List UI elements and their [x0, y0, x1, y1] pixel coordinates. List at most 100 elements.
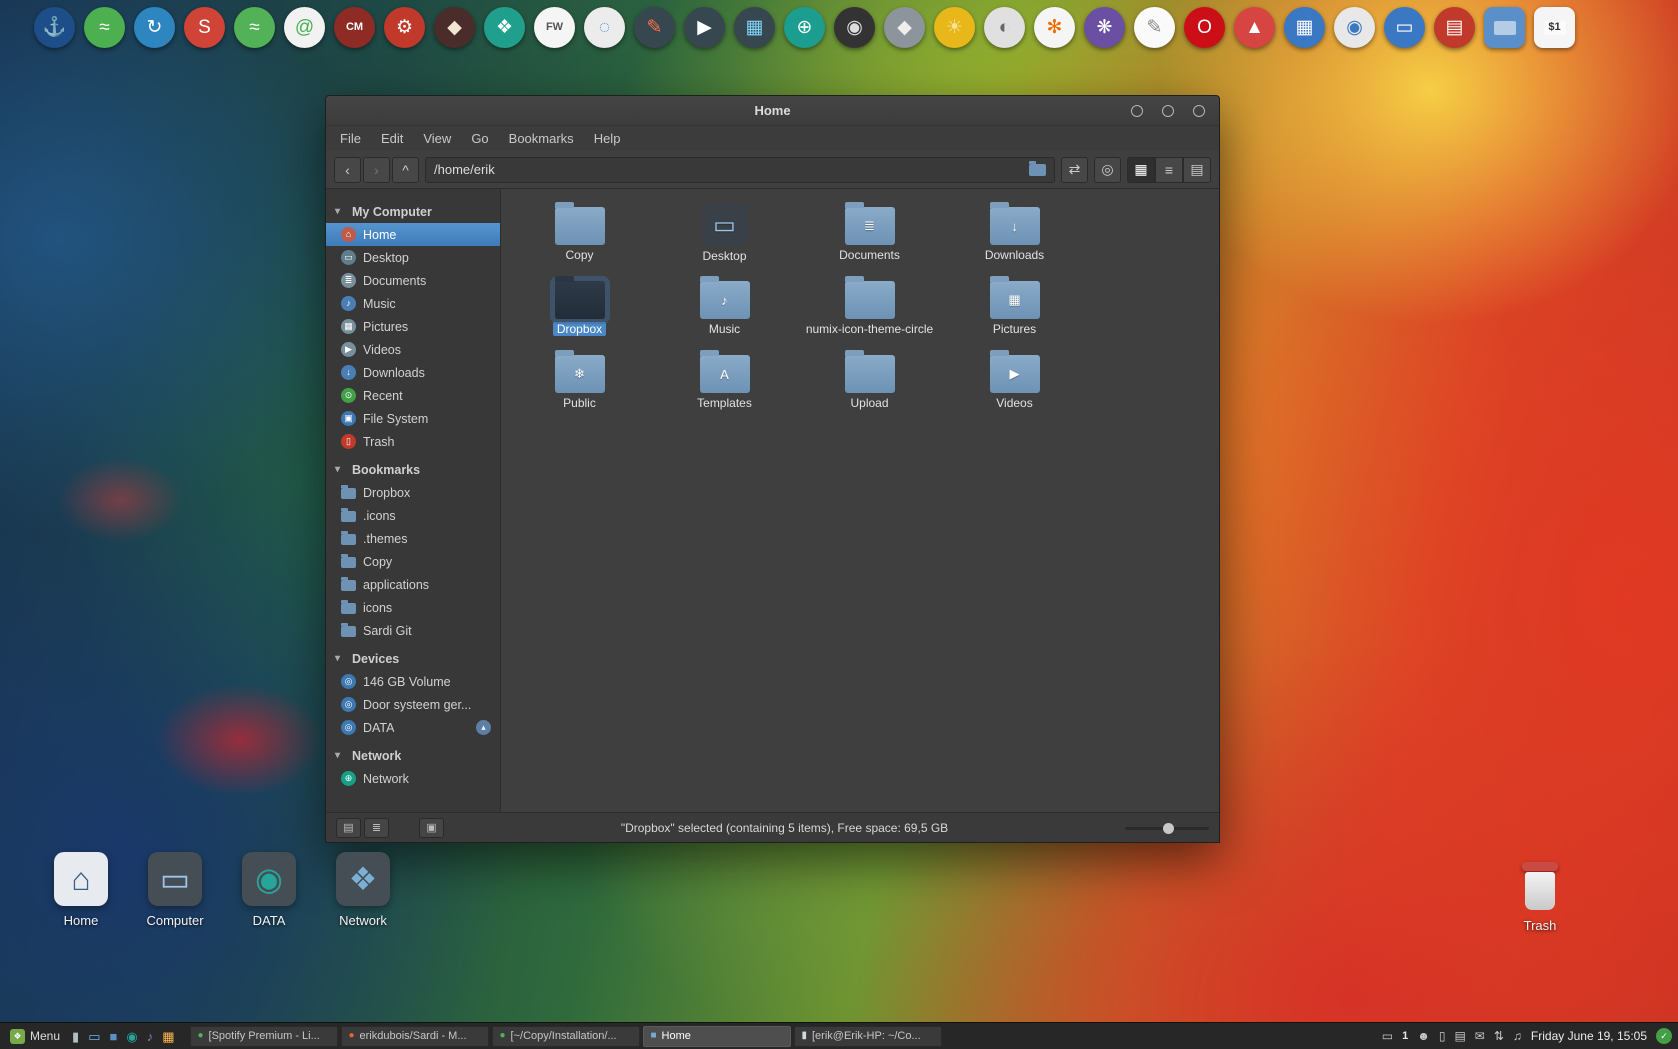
taskbar-window-home[interactable]: ■ Home	[643, 1025, 792, 1047]
sidebar-item-music[interactable]: ▾ ♪ Music ▴	[326, 292, 500, 315]
file-downloads[interactable]: ↓ Downloads	[942, 201, 1087, 275]
sidebar-item-recent[interactable]: ▾ ⊙ Recent ▴	[326, 384, 500, 407]
menu-edit[interactable]: Edit	[381, 131, 403, 146]
sidebar-section-devices[interactable]: ▾ Devices ▴	[326, 647, 500, 670]
treeview-toggle-button[interactable]: ≣	[364, 817, 389, 838]
file-music[interactable]: ♪ Music	[652, 275, 797, 349]
framework-icon[interactable]: FW	[534, 7, 575, 48]
sidebar-item-downloads[interactable]: ▾ ↓ Downloads ▴	[326, 361, 500, 384]
sidebar-item-documents[interactable]: ▾ ≣ Documents ▴	[326, 269, 500, 292]
list-view-button[interactable]: ≡	[1155, 156, 1183, 183]
disc-burner-icon[interactable]: ◉	[834, 7, 875, 48]
sidebar-item-dot-icons[interactable]: ▾ .icons ▴	[326, 504, 500, 527]
launcher-display-icon[interactable]: ▭	[88, 1030, 100, 1043]
spotify-icon[interactable]: ≈	[234, 7, 275, 48]
titlebar[interactable]: Home	[326, 96, 1219, 126]
file-desktop[interactable]: ▭ Desktop	[652, 201, 797, 275]
tray-tablet-icon[interactable]: ▯	[1439, 1030, 1446, 1042]
triangle-app-icon[interactable]: ▲	[1234, 7, 1275, 48]
web-browser-icon[interactable]: ⊕	[784, 7, 825, 48]
back-button[interactable]: ‹	[334, 156, 361, 183]
sidebar-item-desktop[interactable]: ▾ ▭ Desktop ▴	[326, 246, 500, 269]
sidebar-section-network[interactable]: ▾ Network ▴	[326, 744, 500, 767]
sidebar-item-door-systeem[interactable]: ▾ ◎ Door systeem ger... ▴	[326, 693, 500, 716]
sidebar-item-sardi-git[interactable]: ▾ Sardi Git ▴	[326, 619, 500, 642]
file-dropbox[interactable]: Dropbox	[507, 275, 652, 349]
shield-app-icon[interactable]: ◆	[884, 7, 925, 48]
sidebar-section-bookmarks[interactable]: ▾ Bookmarks ▴	[326, 458, 500, 481]
shield-icon[interactable]: ✓	[1656, 1028, 1672, 1044]
display-app-icon[interactable]: ▭	[1384, 7, 1425, 48]
menu-go[interactable]: Go	[471, 131, 488, 146]
file-pictures[interactable]: ▦ Pictures	[942, 275, 1087, 349]
maximize-button[interactable]	[1162, 105, 1174, 117]
file-numix-icon-theme-circle[interactable]: numix-icon-theme-circle	[797, 275, 942, 349]
tray-display-icon[interactable]: ▭	[1382, 1030, 1393, 1042]
dollar-app-icon[interactable]: $1	[1534, 7, 1575, 48]
launcher-music-icon[interactable]: ♪	[147, 1030, 154, 1043]
desktop-icon-computer[interactable]: ▭ Computer	[138, 852, 212, 928]
yellow-app-icon[interactable]: ☀	[934, 7, 975, 48]
desktop-icon-data[interactable]: ◉ DATA	[232, 852, 306, 928]
shapes-app-icon[interactable]: ❖	[484, 7, 525, 48]
sidebar-item-applications[interactable]: ▾ applications ▴	[326, 573, 500, 596]
inkscape-icon[interactable]: ◆	[434, 7, 475, 48]
sidebar-item-dropbox[interactable]: ▾ Dropbox ▴	[326, 481, 500, 504]
edit-location-button[interactable]: ⇄	[1061, 156, 1088, 183]
taskbar-window-terminal[interactable]: ▮ [erik@Erik-HP: ~/Co...	[794, 1025, 943, 1047]
up-button[interactable]: ^	[392, 156, 419, 183]
file-public[interactable]: ❄ Public	[507, 349, 652, 423]
printer-icon[interactable]: ▤	[1434, 7, 1475, 48]
sidebar-item-dot-themes[interactable]: ▾ .themes ▴	[326, 527, 500, 550]
close-button[interactable]	[1193, 105, 1205, 117]
purple-app-icon[interactable]: ❋	[1084, 7, 1125, 48]
sidebar-item-icons[interactable]: ▾ icons ▴	[326, 596, 500, 619]
sidebar-item-home[interactable]: ▾ ⌂ Home ▴	[326, 223, 500, 246]
video-app-icon[interactable]: ▶	[684, 7, 725, 48]
cm-app-icon[interactable]: CM	[334, 7, 375, 48]
selection-tool-icon[interactable]: ◌	[584, 7, 625, 48]
launcher-globe-icon[interactable]: ◉	[126, 1030, 137, 1043]
places-toggle-button[interactable]: ▤	[336, 817, 361, 838]
taskbar-window-spotify[interactable]: ● [Spotify Premium - Li...	[190, 1025, 339, 1047]
chromium-icon[interactable]: ◉	[1334, 7, 1375, 48]
icon-view-button[interactable]: ▦	[1127, 156, 1155, 183]
sidebar-item-videos[interactable]: ▾ ▶ Videos ▴	[326, 338, 500, 361]
path-folder-icon[interactable]	[1029, 160, 1046, 176]
menu-help[interactable]: Help	[594, 131, 621, 146]
tools-icon[interactable]: ⚙	[384, 7, 425, 48]
forward-button[interactable]: ›	[363, 156, 390, 183]
zoom-slider-knob[interactable]	[1163, 822, 1174, 834]
minimize-button[interactable]	[1131, 105, 1143, 117]
tray-user-icon[interactable]: ☻	[1417, 1030, 1430, 1042]
file-documents[interactable]: ≣ Documents	[797, 201, 942, 275]
menu-bookmarks[interactable]: Bookmarks	[509, 131, 574, 146]
anchor-icon[interactable]: ⚓	[34, 7, 75, 48]
clock[interactable]: Friday June 19, 15:05	[1531, 1029, 1647, 1043]
email-icon[interactable]: @	[284, 7, 325, 48]
path-bar[interactable]: /home/erik	[425, 156, 1055, 183]
tray-sync-icon[interactable]: ⇅	[1494, 1030, 1504, 1042]
flower-app-icon[interactable]: ✻	[1034, 7, 1075, 48]
launcher-photos-icon[interactable]: ▦	[162, 1030, 174, 1043]
trash-desktop-icon[interactable]: Trash	[1503, 862, 1577, 933]
menu-view[interactable]: View	[423, 131, 451, 146]
launcher-terminal-icon[interactable]: ▮	[72, 1030, 79, 1043]
file-copy[interactable]: Copy	[507, 201, 652, 275]
sidebar-item-data[interactable]: ▾ ◎ DATA ▴	[326, 716, 500, 739]
update-manager-icon[interactable]: ↻	[134, 7, 175, 48]
system-monitor-icon[interactable]: ≈	[84, 7, 125, 48]
pencil-icon[interactable]: ✎	[634, 7, 675, 48]
search-button[interactable]: ◎	[1094, 156, 1121, 183]
sketch-app-icon[interactable]: ✎	[1134, 7, 1175, 48]
grid-app-icon[interactable]: ▦	[1284, 7, 1325, 48]
tray-volume-icon[interactable]: ♫	[1513, 1030, 1522, 1042]
taskbar-window-browser[interactable]: ● erikdubois/Sardi - M...	[341, 1025, 490, 1047]
image-viewer-icon[interactable]: ▦	[734, 7, 775, 48]
sidebar-toggle-button[interactable]: ▣	[419, 817, 444, 838]
launcher-files-icon[interactable]: ■	[109, 1030, 117, 1043]
skype-icon[interactable]: S	[184, 7, 225, 48]
zoom-slider[interactable]	[1125, 821, 1209, 835]
contrast-app-icon[interactable]: ◐	[984, 7, 1025, 48]
sidebar-section-my-computer[interactable]: ▾ My Computer ▴	[326, 200, 500, 223]
